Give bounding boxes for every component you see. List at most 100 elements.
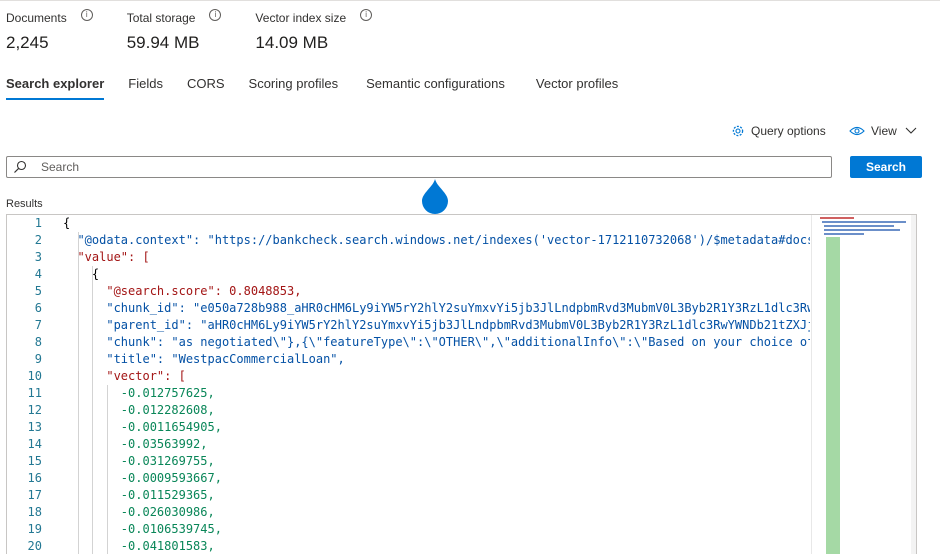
line-number: 15	[27, 454, 42, 468]
code-text: {	[63, 267, 100, 281]
line-number: 12	[27, 403, 42, 417]
view-label: View	[871, 124, 897, 138]
gear-icon	[732, 125, 744, 137]
code-line: 4 {	[7, 266, 810, 283]
search-box[interactable]	[6, 156, 832, 178]
query-options-button[interactable]: Query options	[731, 124, 826, 138]
code-text: -0.031269755,	[63, 454, 215, 468]
code-line: 19 -0.0106539745,	[7, 521, 810, 538]
info-icon[interactable]: i	[80, 9, 93, 21]
code-line: 5 "@search.score": 0.8048853,	[7, 283, 810, 300]
code-line: 15 -0.031269755,	[7, 453, 810, 470]
top-divider	[0, 0, 940, 1]
chevron-down-icon	[905, 127, 917, 134]
code-text: "@odata.context": "https://bankcheck.sea…	[63, 233, 810, 247]
search-icon	[14, 160, 27, 173]
stat-label: Total storage	[126, 11, 196, 25]
code-text: -0.041801583,	[63, 539, 215, 553]
code-line: 12 -0.012282608,	[7, 402, 810, 419]
code-line: 9 "title": "WestpacCommercialLoan",	[7, 351, 810, 368]
line-number: 6	[34, 301, 42, 315]
code-line: 2 "@odata.context": "https://bankcheck.s…	[7, 232, 810, 249]
line-number: 7	[34, 318, 42, 332]
info-icon[interactable]: i	[209, 9, 222, 21]
info-icon[interactable]: i	[360, 9, 373, 21]
stat-vector-index-size: Vector index size i 14.09 MB	[255, 9, 373, 53]
results-label: Results	[6, 198, 43, 210]
line-number: 16	[27, 471, 42, 485]
stat-value: 59.94 MB	[126, 33, 200, 52]
code-line: 11 -0.012757625,	[7, 385, 810, 402]
code-text: -0.03563992,	[63, 437, 208, 451]
tab-fields[interactable]: Fields	[128, 76, 163, 100]
line-number: 11	[27, 386, 42, 400]
line-number: 13	[27, 420, 42, 434]
code-line: 16 -0.0009593667,	[7, 470, 810, 487]
tab-cors[interactable]: CORS	[187, 76, 225, 100]
code-line: 7 "parent_id": "aHR0cHM6Ly9iYW5rY2hlY2su…	[7, 317, 810, 334]
code-text: -0.012757625,	[63, 386, 215, 400]
stat-value: 14.09 MB	[255, 33, 329, 52]
stat-label: Vector index size	[255, 11, 347, 25]
code-text: "vector": [	[63, 369, 186, 383]
code-text: -0.0009593667,	[63, 471, 222, 485]
stat-total-storage: Total storage i 59.94 MB	[126, 9, 222, 53]
tab-scoring-profiles[interactable]: Scoring profiles	[249, 76, 339, 100]
code-line: 18 -0.026030986,	[7, 504, 810, 521]
line-number: 1	[34, 216, 42, 230]
indent-guide	[92, 266, 93, 554]
line-number: 10	[27, 369, 42, 383]
line-number: 19	[27, 522, 42, 536]
editor-scrollbar[interactable]	[911, 215, 916, 554]
cursor-drop-icon	[422, 179, 448, 214]
indent-guide	[78, 232, 79, 554]
code-text: -0.011529365,	[63, 488, 215, 502]
view-button[interactable]: View	[849, 124, 917, 138]
code-line: 8 "chunk": "as negotiated\"},{\"featureT…	[7, 334, 810, 351]
code-text: -0.012282608,	[63, 403, 215, 417]
index-stats: Documents i 2,245 Total storage i 59.94 MB…	[6, 9, 406, 53]
code-text: -0.0011654905,	[63, 420, 222, 434]
code-text: -0.0106539745,	[63, 522, 222, 536]
code-text: "title": "WestpacCommercialLoan",	[63, 352, 345, 366]
code-text: "parent_id": "aHR0cHM6Ly9iYW5rY2hlY2suYm…	[63, 318, 810, 332]
stat-documents: Documents i 2,245	[6, 9, 93, 53]
line-number: 20	[27, 539, 42, 553]
tab-semantic-configurations[interactable]: Semantic configurations	[366, 76, 505, 100]
code-text: -0.026030986,	[63, 505, 215, 519]
index-tabs: Search explorer Fields CORS Scoring prof…	[6, 76, 642, 100]
stat-label: Documents	[6, 11, 67, 25]
results-editor[interactable]: 1{ 2 "@odata.context": "https://bankchec…	[6, 214, 917, 554]
eye-icon	[849, 126, 865, 136]
code-line: 10 "vector": [	[7, 368, 810, 385]
line-number: 4	[34, 267, 42, 281]
code-text: "chunk_id": "e050a728b988_aHR0cHM6Ly9iYW…	[63, 301, 810, 315]
code-line: 17 -0.011529365,	[7, 487, 810, 504]
tab-vector-profiles[interactable]: Vector profiles	[536, 76, 618, 100]
search-input[interactable]	[39, 159, 823, 175]
line-number: 2	[34, 233, 42, 247]
code-text: "value": [	[63, 250, 150, 264]
code-line: 1{	[7, 215, 810, 232]
search-button[interactable]: Search	[850, 156, 922, 178]
query-options-label: Query options	[751, 124, 826, 138]
code-line: 20 -0.041801583,	[7, 538, 810, 554]
line-number: 17	[27, 488, 42, 502]
line-number: 14	[27, 437, 42, 451]
stat-value: 2,245	[6, 33, 49, 52]
code-text: "@search.score": 0.8048853,	[63, 284, 302, 298]
code-line: 6 "chunk_id": "e050a728b988_aHR0cHM6Ly9i…	[7, 300, 810, 317]
line-number: 3	[34, 250, 42, 264]
line-number: 18	[27, 505, 42, 519]
tab-search-explorer[interactable]: Search explorer	[6, 76, 105, 100]
code-line: 14 -0.03563992,	[7, 436, 810, 453]
code-view[interactable]: 1{ 2 "@odata.context": "https://bankchec…	[7, 215, 810, 554]
line-number: 8	[34, 335, 42, 349]
code-text: "chunk": "as negotiated\"},{\"featureTyp…	[63, 335, 810, 349]
code-minimap[interactable]	[811, 215, 912, 554]
code-text: {	[63, 216, 71, 230]
indent-guide	[107, 385, 108, 554]
code-line: 3 "value": [	[7, 249, 810, 266]
line-number: 5	[34, 284, 42, 298]
line-number: 9	[34, 352, 42, 366]
